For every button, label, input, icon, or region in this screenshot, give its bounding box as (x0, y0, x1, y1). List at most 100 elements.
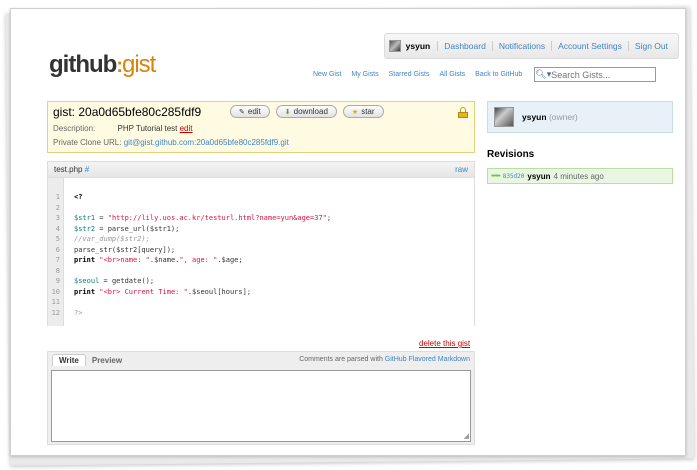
line-number: 5 (55, 235, 60, 243)
code-line: print "<br> Current Time: ".$seoul[hours… (74, 287, 331, 298)
sign-out-link[interactable]: Sign Out (629, 41, 674, 51)
code-token: $str2 (74, 224, 96, 233)
line-number: 12 (51, 308, 60, 317)
star-button-label: star (361, 107, 375, 116)
code-keyword: print (74, 256, 96, 264)
file-title: test.php # (54, 165, 89, 174)
code-line: $str2 = parse_url($str1); (74, 224, 331, 235)
owner-avatar[interactable] (494, 107, 514, 127)
gist-info-box: gist: 20a0d65bfe80c285fdf9 ✎ edit ⬇ downlo… (47, 101, 475, 153)
all-gists-link[interactable]: All Gists (440, 71, 466, 78)
owner-info: ysyun (owner) (522, 112, 578, 122)
back-to-github-link[interactable]: Back to GitHub (475, 71, 522, 78)
code-token: <? (74, 193, 83, 201)
download-button-label: download (293, 107, 328, 116)
username[interactable]: ysyun (406, 41, 439, 51)
code-view: 1 2 3 4 5 6 7 8 9 10 11 12 <? $str1 = "h… (48, 178, 474, 326)
code-line: print "<br>name: ".$name.", age: ".$age; (74, 255, 331, 266)
revision-user[interactable]: ysyun (527, 172, 550, 181)
account-settings-link[interactable]: Account Settings (552, 41, 629, 51)
avatar[interactable] (388, 40, 401, 52)
tab-write[interactable]: Write (52, 354, 86, 366)
code-token: $str1 (74, 214, 96, 222)
markdown-note-text: Comments are parsed with (299, 356, 383, 363)
revision-hash[interactable]: 835d20 (503, 173, 525, 180)
description-value: PHP Tutorial test (117, 124, 178, 133)
code-line: //var_dump($str2); (74, 234, 331, 245)
delete-gist-link[interactable]: delete this gist (419, 339, 470, 348)
lock-icon (458, 107, 468, 118)
file-box: test.php # raw 1 2 3 4 5 6 7 8 9 10 11 1… (47, 161, 475, 326)
code-keyword: print (74, 287, 96, 296)
pencil-icon: ✎ (239, 108, 245, 116)
new-gist-link[interactable]: New Gist (313, 71, 341, 78)
line-number: 2 (55, 203, 60, 212)
code-token: = parse_url($str1); (95, 224, 180, 233)
line-number: 4 (55, 224, 60, 233)
search-input[interactable] (551, 69, 652, 80)
revision-diff-dots: •••••• (491, 172, 501, 180)
code-token: "http://lily.uos.ac.kr/testurl.html?name… (107, 214, 327, 222)
code-token: "<br> Current Time: " (99, 287, 188, 296)
star-button[interactable]: ★ star (342, 105, 384, 118)
search-icon[interactable]: 🔍︎▾ (535, 69, 551, 80)
resize-handle-icon[interactable]: ◢ (464, 432, 469, 440)
edit-button[interactable]: ✎ edit (230, 105, 270, 118)
file-anchor-link[interactable]: # (85, 165, 89, 174)
code-token: ; (326, 214, 332, 222)
description-edit-link[interactable]: edit (180, 124, 193, 133)
code-token: = getdate(); (99, 277, 155, 285)
notifications-link[interactable]: Notifications (493, 41, 553, 51)
gist-subnav: New Gist My Gists Starred Gists All Gist… (313, 67, 657, 82)
code-line: ?> (74, 308, 331, 319)
code-token: = (95, 214, 108, 222)
revisions-heading: Revisions (487, 149, 535, 160)
gist-page: ysyun Dashboard Notifications Account Se… (37, 23, 679, 453)
user-topbar: ysyun Dashboard Notifications Account Se… (383, 33, 679, 59)
gist-actions: ✎ edit ⬇ download ★ star (230, 105, 390, 118)
edit-button-label: edit (247, 107, 261, 116)
markdown-note: Comments are parsed with GitHub Flavored… (299, 356, 470, 363)
code-line: parse_str($str2[query]); (74, 245, 331, 256)
download-button[interactable]: ⬇ download (275, 105, 337, 118)
line-number: 8 (55, 266, 60, 275)
description-label: Description: (53, 124, 96, 133)
owner-role: (owner) (548, 112, 578, 122)
code-token: "<br>name: " (99, 256, 150, 264)
search-box: 🔍︎▾ (534, 67, 657, 82)
description-row: Description: PHP Tutorial test edit (53, 124, 193, 133)
clone-url-link[interactable]: git@gist.github.com:20a0d65bfe80c285fdf9… (124, 138, 289, 147)
line-number: 7 (55, 256, 60, 264)
line-numbers: 1 2 3 4 5 6 7 8 9 10 11 12 (48, 178, 64, 326)
code-line: <? (74, 192, 331, 203)
github-gist-logo[interactable]: github:gist (49, 51, 156, 79)
file-header: test.php # raw (48, 162, 474, 178)
owner-name[interactable]: ysyun (522, 112, 547, 122)
tab-preview[interactable]: Preview (86, 355, 128, 366)
starred-gists-link[interactable]: Starred Gists (389, 71, 430, 78)
my-gists-link[interactable]: My Gists (351, 71, 378, 78)
revision-time: 4 minutes ago (553, 171, 604, 181)
download-icon: ⬇ (284, 108, 291, 116)
comment-box: Write Preview Comments are parsed with G… (47, 351, 475, 445)
line-number: 9 (55, 277, 60, 285)
line-number: 3 (55, 214, 60, 222)
code-lines: <? $str1 = "http://lily.uos.ac.kr/testur… (64, 178, 331, 326)
dashboard-link[interactable]: Dashboard (438, 41, 493, 51)
revision-item[interactable]: •••••• 835d20 ysyun 4 minutes ago (487, 168, 673, 184)
code-comment: //var_dump($str2); (74, 235, 150, 243)
markdown-help-link[interactable]: GitHub Flavored Markdown (385, 356, 470, 363)
code-token: .$name. (149, 256, 180, 264)
logo-github: github (49, 51, 117, 78)
raw-link[interactable]: raw (455, 165, 468, 174)
code-line: $str1 = "http://lily.uos.ac.kr/testurl.h… (74, 213, 331, 224)
comment-textarea[interactable]: ◢ (51, 370, 471, 442)
code-token: .$age; (217, 256, 243, 264)
code-line: $seoul = getdate(); (74, 276, 331, 287)
code-token: parse_str($str2[query]); (74, 245, 176, 254)
logo-gist: gist (121, 51, 156, 78)
owner-box: ysyun (owner) (487, 101, 673, 133)
